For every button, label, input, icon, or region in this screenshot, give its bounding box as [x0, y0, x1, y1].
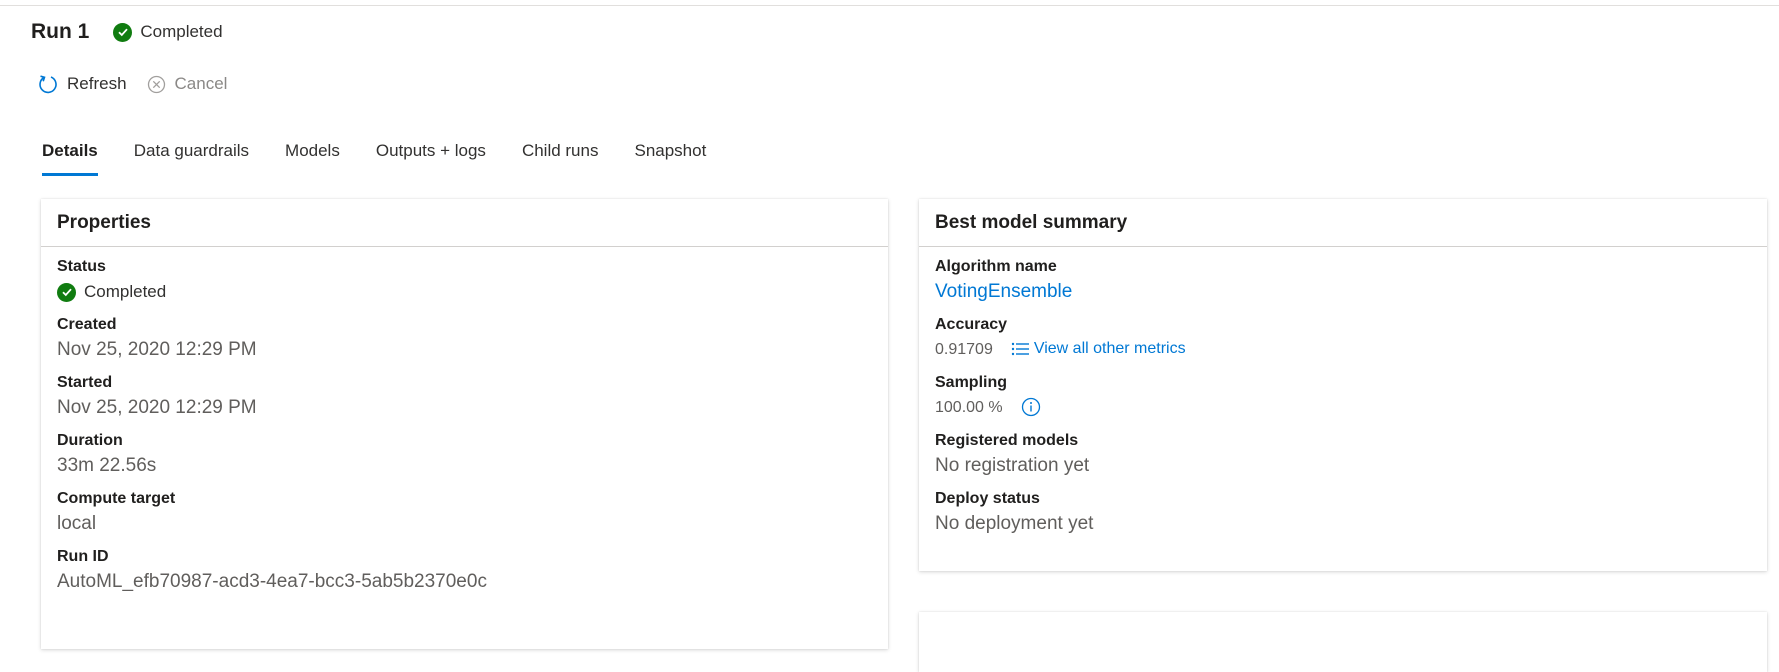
tab-snapshot[interactable]: Snapshot [634, 136, 706, 178]
created-label: Created [57, 316, 117, 333]
status-text: Completed [140, 22, 223, 41]
tab-bar: Details Data guardrails Models Outputs +… [42, 136, 742, 178]
status-field: Status Completed [57, 257, 872, 305]
properties-card: Properties Status Completed Created Nov … [41, 199, 888, 649]
top-divider [0, 0, 1779, 6]
tab-details[interactable]: Details [42, 136, 98, 178]
started-label: Started [57, 374, 113, 391]
created-field: Created Nov 25, 2020 12:29 PM [57, 315, 872, 363]
cancel-button[interactable]: Cancel [147, 74, 228, 94]
registered-models-field: Registered models No registration yet [935, 431, 1751, 479]
started-field: Started Nov 25, 2020 12:29 PM [57, 373, 872, 421]
sampling-field: Sampling 100.00 % [935, 373, 1751, 421]
created-value: Nov 25, 2020 12:29 PM [57, 339, 257, 360]
view-all-metrics-link[interactable]: View all other metrics [1011, 340, 1186, 358]
check-circle-icon [113, 22, 133, 42]
run-id-label: Run ID [57, 548, 109, 565]
accuracy-value: 0.91709 [935, 341, 993, 358]
accuracy-label: Accuracy [935, 316, 1008, 333]
tab-child-runs[interactable]: Child runs [522, 136, 599, 178]
compute-target-value: local [57, 513, 97, 534]
toolbar: Refresh Cancel [38, 70, 247, 98]
registered-models-label: Registered models [935, 432, 1079, 449]
duration-value: 33m 22.56s [57, 455, 157, 476]
sampling-label: Sampling [935, 374, 1008, 391]
run-title: Run 1 [31, 20, 90, 43]
deploy-status-value: No deployment yet [935, 513, 1094, 534]
algorithm-label: Algorithm name [935, 258, 1057, 275]
cancel-label: Cancel [174, 74, 228, 93]
view-all-metrics-label: View all other metrics [1033, 340, 1186, 357]
deploy-status-field: Deploy status No deployment yet [935, 489, 1751, 537]
list-icon [1011, 342, 1029, 356]
run-id-field: Run ID AutoML_efb70987-acd3-4ea7-bcc3-5a… [57, 547, 872, 595]
algorithm-field: Algorithm name VotingEnsemble [935, 257, 1751, 305]
run-id-value: AutoML_efb70987-acd3-4ea7-bcc3-5ab5b2370… [57, 571, 487, 592]
refresh-icon [39, 75, 57, 94]
registered-models-value: No registration yet [935, 455, 1090, 476]
refresh-button[interactable]: Refresh [38, 74, 127, 94]
next-card [919, 612, 1767, 672]
status-value: Completed [57, 279, 872, 305]
tab-models[interactable]: Models [285, 136, 340, 178]
deploy-status-label: Deploy status [935, 490, 1040, 507]
algorithm-link[interactable]: VotingEnsemble [935, 279, 1751, 305]
compute-target-field: Compute target local [57, 489, 872, 537]
accuracy-field: Accuracy 0.91709 View all other metrics [935, 315, 1751, 363]
duration-field: Duration 33m 22.56s [57, 431, 872, 479]
best-model-title: Best model summary [919, 199, 1767, 247]
started-value: Nov 25, 2020 12:29 PM [57, 397, 257, 418]
refresh-label: Refresh [67, 74, 127, 93]
info-icon[interactable] [1021, 397, 1041, 417]
tab-data-guardrails[interactable]: Data guardrails [134, 136, 249, 178]
duration-label: Duration [57, 432, 123, 449]
sampling-value: 100.00 % [935, 399, 1003, 416]
check-circle-icon [57, 282, 76, 302]
tab-outputs-logs[interactable]: Outputs + logs [376, 136, 486, 178]
best-model-summary-card: Best model summary Algorithm name Voting… [919, 199, 1767, 571]
compute-target-label: Compute target [57, 490, 176, 507]
run-header: Run 1 Completed [31, 18, 223, 46]
properties-title: Properties [41, 199, 888, 247]
status-value-text: Completed [84, 282, 167, 301]
status-label: Status [57, 258, 106, 275]
cancel-icon [147, 75, 165, 93]
status-badge: Completed [113, 22, 223, 42]
